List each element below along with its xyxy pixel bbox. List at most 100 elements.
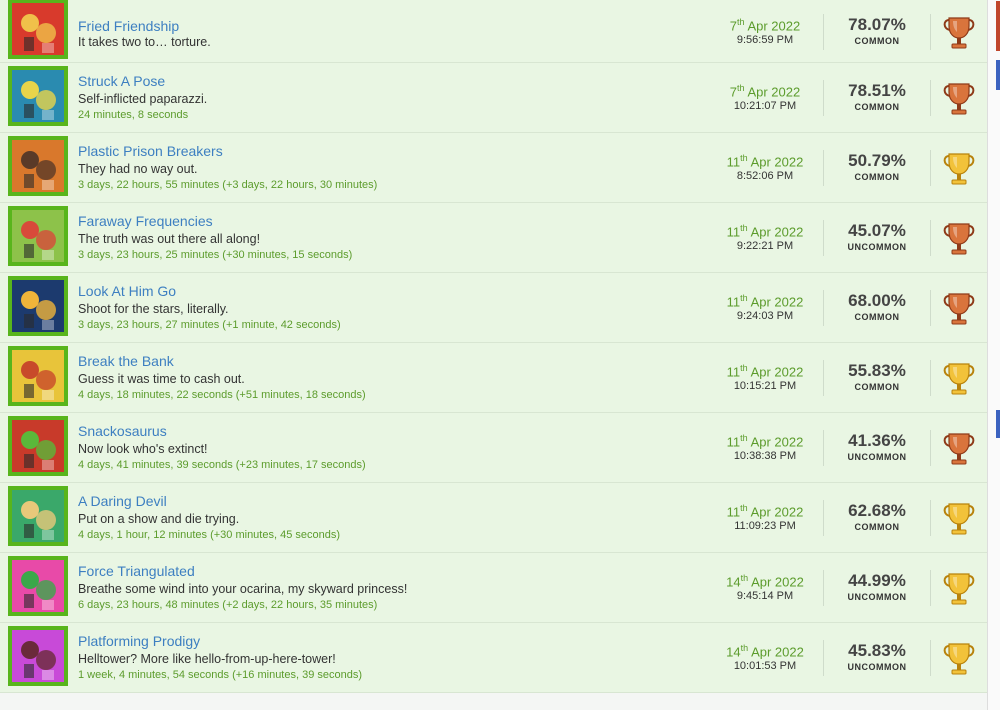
unlock-month-year: Apr 2022 [750,154,804,170]
day-suffix: th [740,223,748,233]
unlock-duration: 4 days, 41 minutes, 39 seconds (+23 minu… [78,459,366,471]
side-accent [996,410,1000,438]
achievement-row[interactable]: Force Triangulated Breathe some wind int… [0,553,988,623]
unlock-month-year: Apr 2022 [750,294,804,310]
bronze-trophy-icon [940,288,978,328]
unlock-duration: 3 days, 23 hours, 25 minutes (+30 minute… [78,249,353,261]
achievement-row[interactable]: Snackosaurus Now look who's extinct! 4 d… [0,413,988,483]
achievement-title[interactable]: Faraway Frequencies [78,213,213,229]
unlock-date: 7th Apr 2022 9:56:59 PM [720,17,810,46]
day-suffix: th [737,83,745,93]
achievement-description: Breathe some wind into your ocarina, my … [78,582,408,596]
divider [823,360,824,396]
unlock-time: 8:52:06 PM [736,170,794,183]
divider [930,220,931,256]
rarity-label: UNCOMMON [847,592,907,602]
achievement-title[interactable]: Plastic Prison Breakers [78,143,223,159]
unlock-date: 11th Apr 2022 9:22:21 PM [720,223,810,252]
achievement-title[interactable]: Struck A Pose [78,73,165,89]
achievement-title[interactable]: A Daring Devil [78,493,167,509]
unlock-duration: 4 days, 18 minutes, 22 seconds (+51 minu… [78,389,366,401]
completion-percent: 50.79% [848,151,906,170]
unlock-date: 11th Apr 2022 9:24:03 PM [720,293,810,322]
unlock-time: 11:09:23 PM [734,520,796,533]
rarity-label: COMMON [854,522,900,532]
rarity-label: COMMON [854,36,900,46]
divider [823,570,824,606]
achievement-row[interactable]: Faraway Frequencies The truth was out th… [0,203,988,273]
unlock-day: 11 [726,224,741,240]
achievement-row[interactable]: Break the Bank Guess it was time to cash… [0,343,988,413]
day-suffix: th [740,573,749,583]
unlock-day: 7 [729,18,738,34]
day-suffix: th [740,153,748,163]
divider [823,500,824,536]
achievement-description: The truth was out there all along! [78,232,261,246]
achievement-title[interactable]: Break the Bank [78,353,174,369]
unlock-time: 9:22:21 PM [736,240,794,253]
unlock-day: 11 [726,504,741,520]
achievement-description: Put on a show and die trying. [78,512,240,526]
divider [930,430,931,466]
a-daring-devil-icon[interactable] [8,486,68,546]
unlock-date: 11th Apr 2022 11:09:23 PM [720,503,810,532]
scrollbar[interactable] [987,0,1000,710]
unlock-month-year: Apr 2022 [751,574,804,590]
unlock-month-year: Apr 2022 [747,18,801,34]
achievement-description: It takes two to… torture. [78,35,211,49]
completion-percent: 68.00% [848,291,906,310]
completion-percent: 45.83% [848,641,906,660]
platforming-prodigy-icon[interactable] [8,626,68,686]
achievement-title[interactable]: Look At Him Go [78,283,176,299]
unlock-date: 14th Apr 2022 9:45:14 PM [720,573,810,602]
achievement-row[interactable]: Plastic Prison Breakers They had no way … [0,133,988,203]
completion-rate: 78.07% COMMON [832,15,922,46]
day-suffix: th [740,293,748,303]
divider [823,640,824,676]
achievement-row[interactable]: A Daring Devil Put on a show and die try… [0,483,988,553]
achievement-row[interactable]: Platforming Prodigy Helltower? More like… [0,623,988,693]
rarity-label: COMMON [854,312,900,322]
divider [823,14,824,50]
achievement-title[interactable]: Snackosaurus [78,423,167,439]
fried-friendship-icon[interactable] [8,0,68,59]
achievement-title[interactable]: Force Triangulated [78,563,195,579]
divider [930,360,931,396]
completion-rate: 45.07% UNCOMMON [832,221,922,252]
unlock-date: 11th Apr 2022 10:15:21 PM [720,363,810,392]
unlock-day: 7 [729,84,738,100]
unlock-duration: 1 week, 4 minutes, 54 seconds (+16 minut… [78,669,363,681]
snackosaurus-icon[interactable] [8,416,68,476]
completion-rate: 45.83% UNCOMMON [832,641,922,672]
achievement-title[interactable]: Platforming Prodigy [78,633,200,649]
achievement-title[interactable]: Fried Friendship [78,18,179,34]
completion-percent: 78.51% [848,81,906,100]
achievement-row[interactable]: Look At Him Go Shoot for the stars, lite… [0,273,988,343]
unlock-duration: 4 days, 1 hour, 12 minutes (+30 minutes,… [78,529,341,541]
unlock-day: 11 [726,294,741,310]
struck-a-pose-icon[interactable] [8,66,68,126]
side-accent [996,1,1000,51]
unlock-date: 14th Apr 2022 10:01:53 PM [720,643,810,672]
achievement-row[interactable]: Fried Friendship It takes two to… tortur… [0,0,988,63]
completion-rate: 44.99% UNCOMMON [832,571,922,602]
unlock-day: 14 [726,644,741,660]
divider [823,290,824,326]
rarity-label: COMMON [854,172,900,182]
completion-percent: 44.99% [848,571,906,590]
divider [823,220,824,256]
achievement-description: Self-inflicted paparazzi. [78,92,208,106]
completion-rate: 62.68% COMMON [832,501,922,532]
plastic-prison-breakers-icon[interactable] [8,136,68,196]
force-triangulated-icon[interactable] [8,556,68,616]
break-the-bank-icon[interactable] [8,346,68,406]
unlock-day: 14 [726,574,741,590]
completion-percent: 41.36% [848,431,906,450]
look-at-him-go-icon[interactable] [8,276,68,336]
completion-percent: 55.83% [848,361,906,380]
completion-percent: 78.07% [848,15,906,34]
divider [930,570,931,606]
faraway-frequencies-icon[interactable] [8,206,68,266]
side-accent [996,60,1000,90]
achievement-row[interactable]: Struck A Pose Self-inflicted paparazzi. … [0,63,988,133]
